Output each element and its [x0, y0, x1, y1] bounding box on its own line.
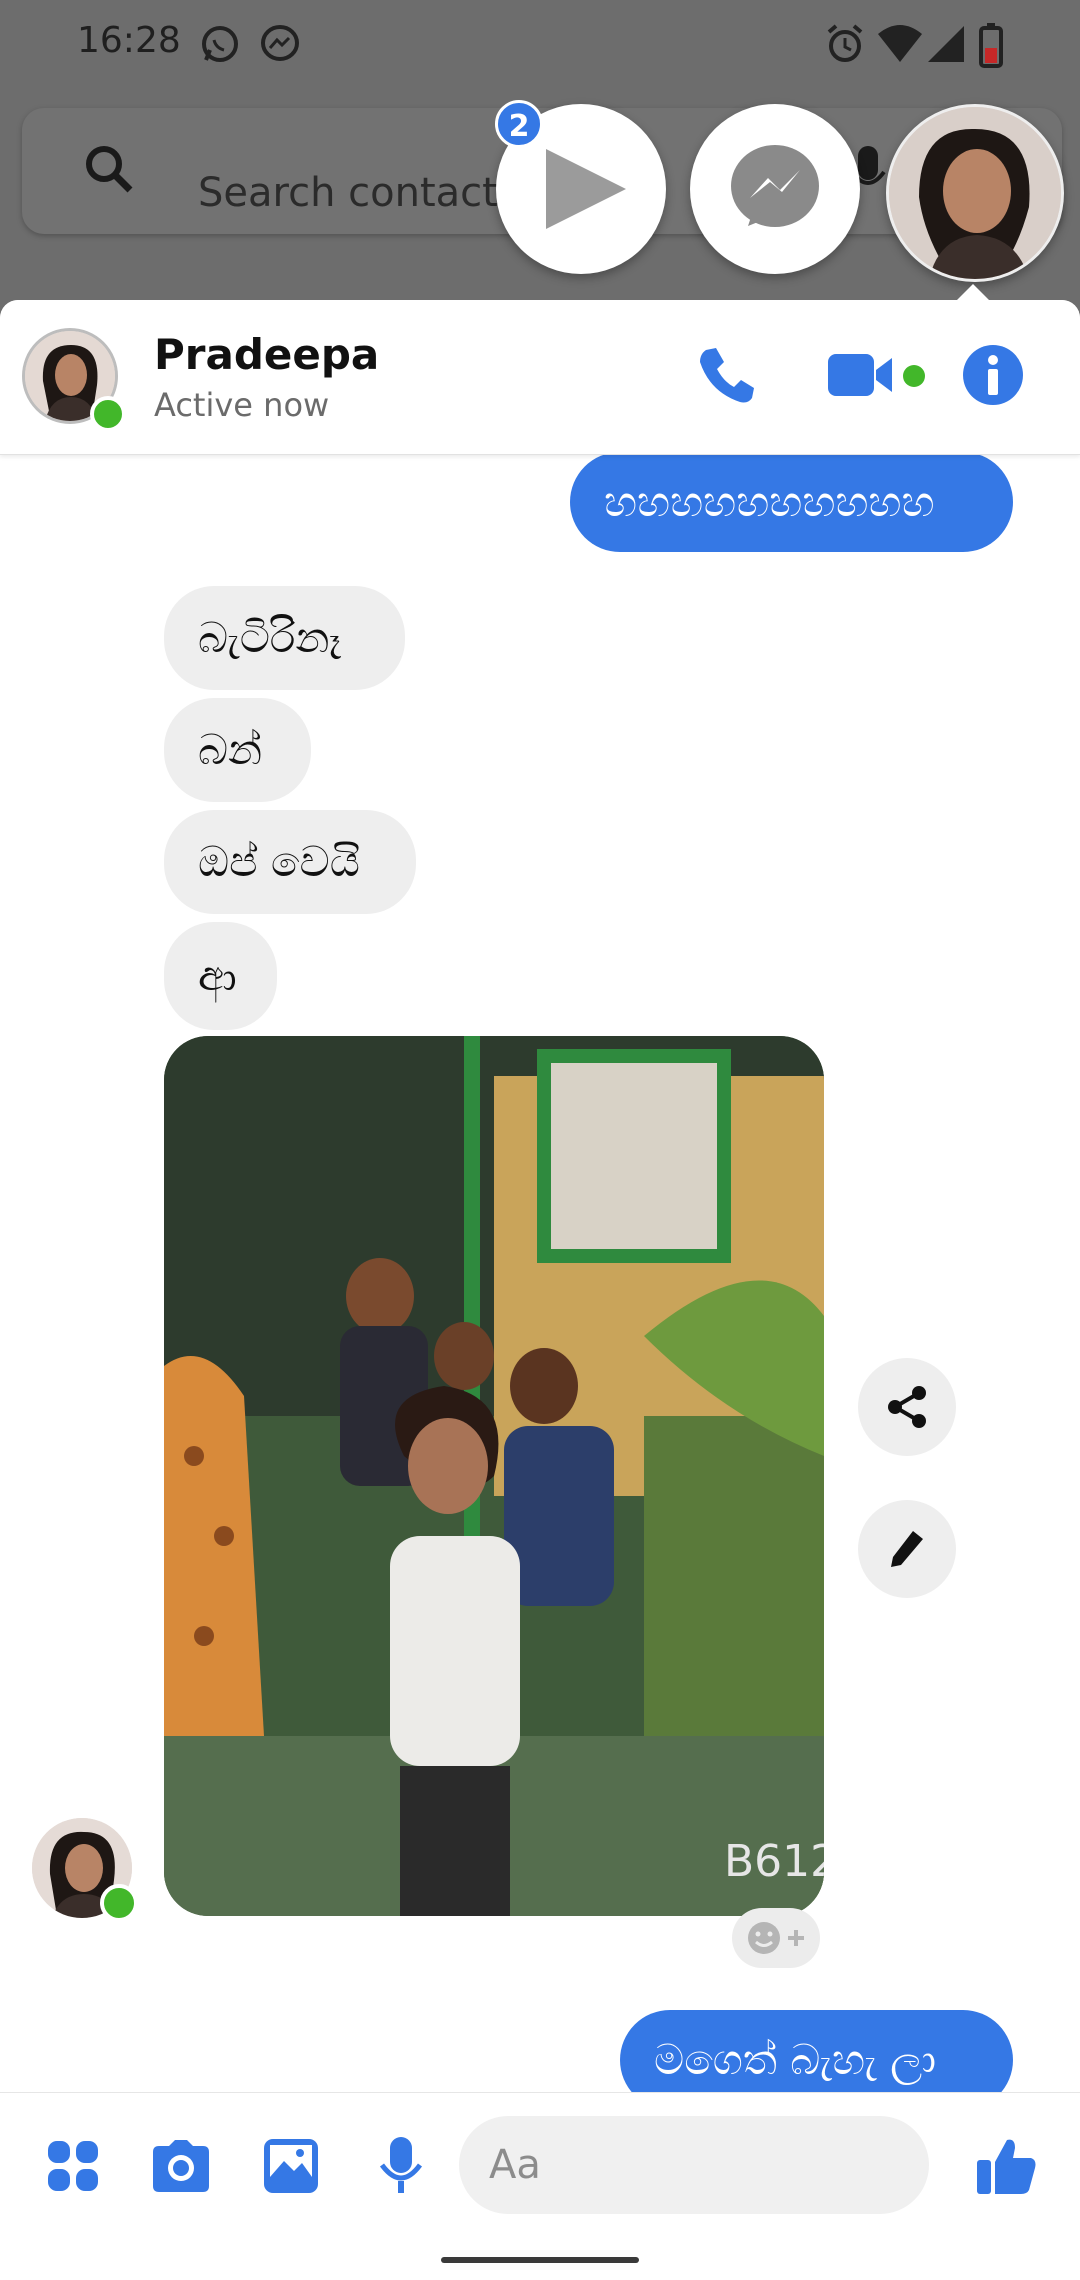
whatsapp-icon — [198, 22, 242, 70]
call-button[interactable] — [692, 340, 762, 410]
message-outgoing[interactable]: හහහහහහහහහහ — [570, 452, 1013, 552]
message-incoming[interactable]: ආ — [164, 922, 277, 1030]
apps-button[interactable] — [38, 2131, 108, 2201]
photo-watermark: B612 — [724, 1836, 824, 1887]
message-input[interactable] — [459, 2116, 929, 2214]
message-incoming[interactable]: බැටිරිනෑ — [164, 586, 405, 690]
battery-icon — [978, 22, 1004, 72]
message-incoming[interactable]: ඔප් වෙයි — [164, 810, 416, 914]
messenger-head[interactable] — [690, 104, 860, 274]
camera-button[interactable] — [146, 2131, 216, 2201]
contact-photo — [889, 107, 1061, 279]
contact-head[interactable] — [886, 104, 1064, 282]
camera-icon — [153, 2140, 209, 2192]
like-button[interactable] — [972, 2131, 1042, 2201]
emoji-add-icon — [748, 1922, 804, 1954]
alarm-icon — [824, 22, 866, 70]
background-search-placeholder: Search contacts — [198, 170, 519, 216]
message-incoming[interactable]: බන් — [164, 698, 311, 802]
info-button[interactable] — [958, 340, 1028, 410]
chat-header: Pradeepa Active now — [0, 300, 1080, 455]
gesture-handle[interactable] — [441, 2257, 639, 2263]
wifi-icon — [876, 22, 924, 70]
search-icon — [82, 142, 138, 202]
apps-icon — [48, 2141, 98, 2191]
online-indicator — [90, 396, 126, 432]
status-bar: 16:28 — [0, 0, 1080, 90]
photo-image: B612 — [164, 1036, 824, 1916]
chat-panel: Pradeepa Active now හහහහහහහහහහ බැටිරිනෑ … — [0, 300, 1080, 2235]
online-indicator — [100, 1884, 138, 1922]
edit-pencil-icon — [891, 1531, 923, 1567]
video-camera-icon — [828, 354, 925, 396]
contact-status: Active now — [154, 386, 330, 424]
chat-head-pointer — [957, 284, 989, 300]
share-button[interactable] — [858, 1358, 956, 1456]
edit-button[interactable] — [858, 1500, 956, 1598]
add-reaction-button[interactable] — [732, 1908, 820, 1968]
gallery-button[interactable] — [256, 2131, 326, 2201]
unread-badge: 2 — [495, 100, 543, 148]
status-time: 16:28 — [77, 20, 181, 61]
microphone-icon — [379, 2137, 423, 2193]
messenger-icon — [258, 22, 302, 70]
video-call-button[interactable] — [826, 340, 926, 410]
phone-icon — [700, 348, 754, 403]
gallery-icon — [264, 2139, 318, 2193]
share-icon — [888, 1386, 926, 1428]
photo-message[interactable]: B612 — [164, 1036, 824, 1916]
messenger-icon — [731, 145, 819, 227]
signal-icon — [926, 22, 966, 70]
info-icon — [963, 345, 1023, 405]
contact-name[interactable]: Pradeepa — [154, 330, 379, 379]
thumbs-up-icon — [977, 2139, 1036, 2194]
voice-button[interactable] — [366, 2131, 436, 2201]
